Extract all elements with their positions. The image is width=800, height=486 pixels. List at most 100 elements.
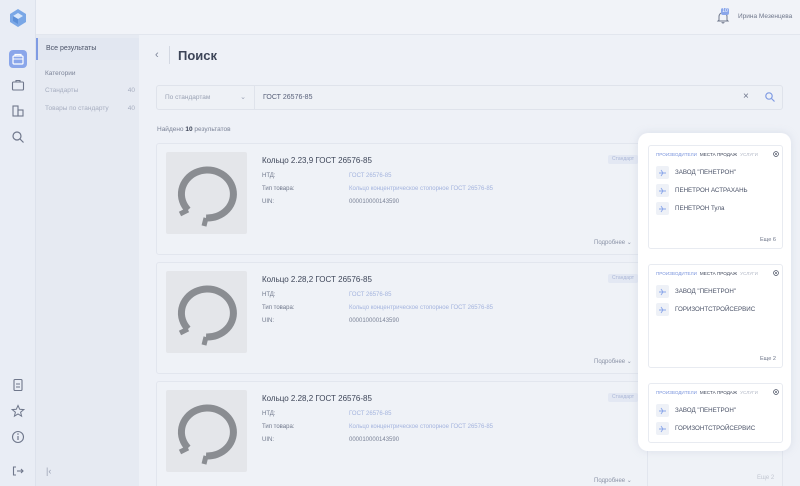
vendors-box: ПРОИЗВОДИТЕЛИ МЕСТА ПРОДАЖ УСЛУГИ ЗАВОД "П… (648, 264, 783, 368)
type-link[interactable]: Кольцо концентрическое стопорное ГОСТ 26… (349, 424, 493, 430)
vendor-item[interactable]: ГОРИЗОНТСТРОЙСЕРВИС (656, 302, 755, 316)
vendors-box: ПРОИЗВОДИТЕЛИ МЕСТА ПРОДАЖ УСЛУГИ ЗАВОД "П… (648, 383, 783, 443)
vendor-tabs: ПРОИЗВОДИТЕЛИ МЕСТА ПРОДАЖ УСЛУГИ (656, 271, 758, 276)
search-mode-value: По стандартам (165, 94, 211, 101)
app-logo-icon[interactable] (8, 8, 28, 28)
type-link[interactable]: Кольцо концентрическое стопорное ГОСТ 26… (349, 305, 493, 311)
product-image (166, 271, 247, 353)
search-icon[interactable] (764, 91, 776, 103)
vendor-tabs: ПРОИЗВОДИТЕЛИ МЕСТА ПРОДАЖ УСЛУГИ (656, 390, 758, 395)
uin-value: 000010000143590 (349, 199, 400, 205)
info-icon[interactable] (9, 428, 27, 446)
details-link[interactable]: Подробнее ⌄ (594, 239, 632, 246)
icon-rail (0, 0, 36, 486)
product-image (166, 152, 247, 234)
more-vendors-hidden: Еще 2 (757, 475, 775, 481)
filter-sidebar: Все результаты Категории Стандарты 40 То… (36, 0, 139, 486)
tab-sales-places[interactable]: МЕСТА ПРОДАЖ (700, 390, 737, 395)
vendor-logo-icon (656, 403, 669, 417)
search-nav-icon[interactable] (9, 128, 27, 146)
details-link[interactable]: Подробнее ⌄ (594, 477, 632, 484)
vendor-logo-icon (656, 421, 669, 435)
category-count: 40 (127, 87, 135, 94)
notification-badge: 10 (721, 8, 729, 15)
uin-value: 000010000143590 (349, 318, 400, 324)
vendor-tabs: ПРОИЗВОДИТЕЛИ МЕСТА ПРОДАЖ УСЛУГИ (656, 152, 758, 157)
buildings-icon[interactable] (9, 102, 27, 120)
page-title: Поиск (178, 48, 218, 63)
top-bar: 10 Ирина Мезенцева (36, 0, 800, 35)
product-name[interactable]: Кольцо 2.28,2 ГОСТ 26576-85 (262, 275, 372, 284)
uin-label: UIN: (262, 199, 274, 205)
settings-icon[interactable] (773, 389, 779, 395)
vendor-item[interactable]: ПЕНЕТРОН Тула (656, 201, 724, 215)
sidebar-item-all-results[interactable]: Все результаты (36, 38, 139, 60)
uin-value: 000010000143590 (349, 437, 400, 443)
standard-tag: Стандарт (608, 155, 639, 164)
ntd-label: НТД: (262, 173, 276, 179)
tab-sales-places[interactable]: МЕСТА ПРОДАЖ (700, 152, 737, 157)
sidebar-item-standards[interactable]: Стандарты 40 (45, 87, 135, 94)
clear-icon[interactable]: × (743, 91, 749, 102)
uin-label: UIN: (262, 318, 274, 324)
header-divider (169, 46, 170, 64)
tab-manufacturers[interactable]: ПРОИЗВОДИТЕЛИ (656, 152, 697, 157)
logout-icon[interactable] (9, 462, 27, 480)
product-image (166, 390, 247, 472)
standard-tag: Стандарт (608, 393, 639, 402)
catalog-nav-icon[interactable] (9, 50, 27, 68)
search-mode-select[interactable]: По стандартам ⌄ (157, 86, 255, 109)
standard-tag: Стандарт (608, 274, 639, 283)
vendor-item[interactable]: ЗАВОД "ПЕНЕТРОН" (656, 165, 736, 179)
more-vendors-link[interactable]: Еще 6 (760, 237, 776, 243)
vendor-logo-icon (656, 201, 669, 215)
vendor-item[interactable]: ЗАВОД "ПЕНЕТРОН" (656, 284, 736, 298)
ntd-link[interactable]: ГОСТ 26576-85 (349, 411, 391, 417)
ntd-label: НТД: (262, 292, 276, 298)
vendor-item[interactable]: ГОРИЗОНТСТРОЙСЕРВИС (656, 421, 755, 435)
vendor-item[interactable]: ЗАВОД "ПЕНЕТРОН" (656, 403, 736, 417)
document-icon[interactable] (9, 376, 27, 394)
vendor-logo-icon (656, 165, 669, 179)
ntd-link[interactable]: ГОСТ 26576-85 (349, 292, 391, 298)
vendor-logo-icon (656, 183, 669, 197)
tab-services[interactable]: УСЛУГИ (740, 152, 758, 157)
vendor-item[interactable]: ПЕНЕТРОН АСТРАХАНЬ (656, 183, 748, 197)
star-icon[interactable] (9, 402, 27, 420)
tab-services[interactable]: УСЛУГИ (740, 390, 758, 395)
tab-manufacturers[interactable]: ПРОИЗВОДИТЕЛИ (656, 271, 697, 276)
type-label: Тип товара: (262, 305, 295, 311)
sidebar-item-goods-by-standard[interactable]: Товары по стандарту 40 (45, 105, 135, 112)
chevron-down-icon: ⌄ (240, 94, 246, 101)
collapse-sidebar-icon[interactable]: |‹ (46, 466, 51, 476)
results-count: Найдено 10 результатов (157, 126, 231, 133)
tab-manufacturers[interactable]: ПРОИЗВОДИТЕЛИ (656, 390, 697, 395)
categories-title: Категории (45, 70, 76, 77)
settings-icon[interactable] (773, 270, 779, 276)
settings-icon[interactable] (773, 151, 779, 157)
type-label: Тип товара: (262, 424, 295, 430)
vendors-highlight-panel: ПРОИЗВОДИТЕЛИ МЕСТА ПРОДАЖ УСЛУГИ ЗАВОД "П… (638, 133, 791, 451)
category-count: 40 (127, 105, 135, 112)
briefcase-icon[interactable] (9, 76, 27, 94)
search-bar: По стандартам ⌄ ГОСТ 26576-85 × (156, 85, 783, 110)
tab-services[interactable]: УСЛУГИ (740, 271, 758, 276)
back-chevron-icon[interactable]: ‹ (155, 49, 159, 61)
type-link[interactable]: Кольцо концентрическое стопорное ГОСТ 26… (349, 186, 493, 192)
ntd-link[interactable]: ГОСТ 26576-85 (349, 173, 391, 179)
uin-label: UIN: (262, 437, 274, 443)
type-label: Тип товара: (262, 186, 295, 192)
vendor-logo-icon (656, 302, 669, 316)
tab-sales-places[interactable]: МЕСТА ПРОДАЖ (700, 271, 737, 276)
product-name[interactable]: Кольцо 2.28,2 ГОСТ 26576-85 (262, 394, 372, 403)
more-vendors-link[interactable]: Еще 2 (760, 356, 776, 362)
vendor-logo-icon (656, 284, 669, 298)
search-input[interactable]: ГОСТ 26576-85 (263, 86, 312, 109)
details-link[interactable]: Подробнее ⌄ (594, 358, 632, 365)
vendors-box: ПРОИЗВОДИТЕЛИ МЕСТА ПРОДАЖ УСЛУГИ ЗАВОД "П… (648, 145, 783, 249)
category-label: Товары по стандарту (45, 105, 109, 112)
category-label: Стандарты (45, 87, 79, 94)
ntd-label: НТД: (262, 411, 276, 417)
product-name[interactable]: Кольцо 2.23,9 ГОСТ 26576-85 (262, 156, 372, 165)
user-name[interactable]: Ирина Мезенцева (738, 13, 792, 20)
